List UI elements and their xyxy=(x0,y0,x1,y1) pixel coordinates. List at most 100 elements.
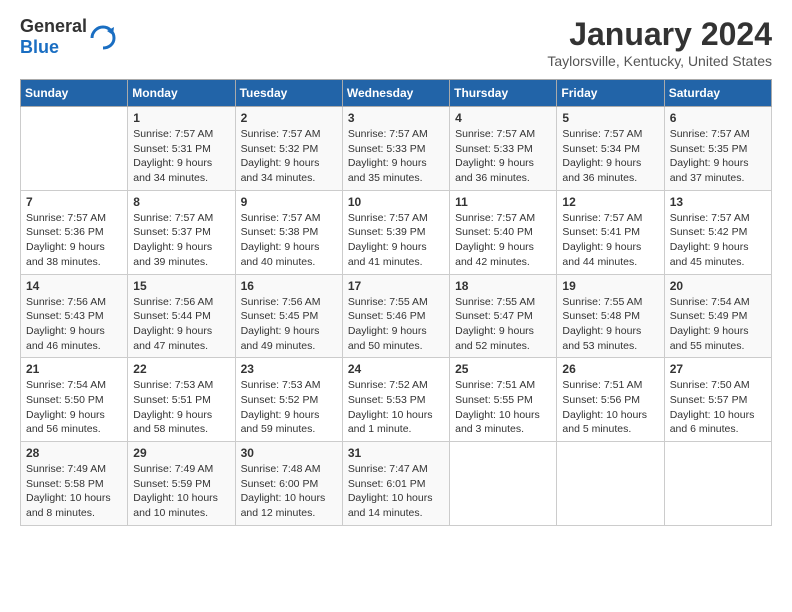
day-number: 1 xyxy=(133,111,229,125)
calendar-cell: 27 Sunrise: 7:50 AM Sunset: 5:57 PM Dayli… xyxy=(664,358,771,442)
day-info: Sunrise: 7:55 AM Sunset: 5:47 PM Dayligh… xyxy=(455,295,551,354)
day-number: 30 xyxy=(241,446,337,460)
day-number: 9 xyxy=(241,195,337,209)
day-info: Sunrise: 7:57 AM Sunset: 5:34 PM Dayligh… xyxy=(562,127,658,186)
calendar-cell: 11 Sunrise: 7:57 AM Sunset: 5:40 PM Dayli… xyxy=(450,190,557,274)
day-info: Sunrise: 7:54 AM Sunset: 5:49 PM Dayligh… xyxy=(670,295,766,354)
day-number: 10 xyxy=(348,195,444,209)
logo-icon xyxy=(89,23,117,51)
day-info: Sunrise: 7:57 AM Sunset: 5:33 PM Dayligh… xyxy=(348,127,444,186)
day-number: 11 xyxy=(455,195,551,209)
logo-blue: Blue xyxy=(20,37,59,57)
calendar-cell: 18 Sunrise: 7:55 AM Sunset: 5:47 PM Dayli… xyxy=(450,274,557,358)
calendar-table: SundayMondayTuesdayWednesdayThursdayFrid… xyxy=(20,79,772,526)
calendar-cell: 19Sunrise: 7:55 AM Sunset: 5:48 PM Dayli… xyxy=(557,274,664,358)
calendar-header-row: SundayMondayTuesdayWednesdayThursdayFrid… xyxy=(21,80,772,107)
day-info: Sunrise: 7:54 AM Sunset: 5:50 PM Dayligh… xyxy=(26,378,122,437)
sub-title: Taylorsville, Kentucky, United States xyxy=(547,53,772,69)
calendar-week-row: 21 Sunrise: 7:54 AM Sunset: 5:50 PM Dayli… xyxy=(21,358,772,442)
day-number: 26 xyxy=(562,362,658,376)
calendar-cell: 4Sunrise: 7:57 AM Sunset: 5:33 PM Daylig… xyxy=(450,107,557,191)
day-number: 28 xyxy=(26,446,122,460)
day-number: 20 xyxy=(670,279,766,293)
day-info: Sunrise: 7:57 AM Sunset: 5:37 PM Dayligh… xyxy=(133,211,229,270)
calendar-week-row: 28 Sunrise: 7:49 AM Sunset: 5:58 PM Dayli… xyxy=(21,442,772,526)
calendar-cell: 25 Sunrise: 7:51 AM Sunset: 5:55 PM Dayli… xyxy=(450,358,557,442)
page-header: General Blue January 2024 Taylorsville, … xyxy=(20,16,772,69)
day-info: Sunrise: 7:47 AM Sunset: 6:01 PM Dayligh… xyxy=(348,462,444,521)
day-info: Sunrise: 7:51 AM Sunset: 5:55 PM Dayligh… xyxy=(455,378,551,437)
calendar-cell: 7Sunrise: 7:57 AM Sunset: 5:36 PM Daylig… xyxy=(21,190,128,274)
day-info: Sunrise: 7:57 AM Sunset: 5:41 PM Dayligh… xyxy=(562,211,658,270)
calendar-cell: 22 Sunrise: 7:53 AM Sunset: 5:51 PM Dayli… xyxy=(128,358,235,442)
calendar-cell: 2Sunrise: 7:57 AM Sunset: 5:32 PM Daylig… xyxy=(235,107,342,191)
day-info: Sunrise: 7:56 AM Sunset: 5:44 PM Dayligh… xyxy=(133,295,229,354)
day-number: 12 xyxy=(562,195,658,209)
day-number: 25 xyxy=(455,362,551,376)
day-info: Sunrise: 7:50 AM Sunset: 5:57 PM Dayligh… xyxy=(670,378,766,437)
day-info: Sunrise: 7:49 AM Sunset: 5:59 PM Dayligh… xyxy=(133,462,229,521)
day-number: 22 xyxy=(133,362,229,376)
weekday-header: Saturday xyxy=(664,80,771,107)
day-info: Sunrise: 7:53 AM Sunset: 5:51 PM Dayligh… xyxy=(133,378,229,437)
weekday-header: Tuesday xyxy=(235,80,342,107)
day-number: 29 xyxy=(133,446,229,460)
day-number: 6 xyxy=(670,111,766,125)
day-info: Sunrise: 7:57 AM Sunset: 5:42 PM Dayligh… xyxy=(670,211,766,270)
calendar-cell: 9 Sunrise: 7:57 AM Sunset: 5:38 PM Daylig… xyxy=(235,190,342,274)
day-number: 21 xyxy=(26,362,122,376)
calendar-cell: 26 Sunrise: 7:51 AM Sunset: 5:56 PM Dayli… xyxy=(557,358,664,442)
calendar-cell: 30 Sunrise: 7:48 AM Sunset: 6:00 PM Dayli… xyxy=(235,442,342,526)
day-info: Sunrise: 7:53 AM Sunset: 5:52 PM Dayligh… xyxy=(241,378,337,437)
weekday-header: Wednesday xyxy=(342,80,449,107)
day-number: 17 xyxy=(348,279,444,293)
calendar-week-row: 7Sunrise: 7:57 AM Sunset: 5:36 PM Daylig… xyxy=(21,190,772,274)
day-number: 18 xyxy=(455,279,551,293)
calendar-cell: 10 Sunrise: 7:57 AM Sunset: 5:39 PM Dayli… xyxy=(342,190,449,274)
calendar-cell: 6 Sunrise: 7:57 AM Sunset: 5:35 PM Daylig… xyxy=(664,107,771,191)
day-number: 27 xyxy=(670,362,766,376)
day-info: Sunrise: 7:57 AM Sunset: 5:36 PM Dayligh… xyxy=(26,211,122,270)
calendar-cell: 14Sunrise: 7:56 AM Sunset: 5:43 PM Dayli… xyxy=(21,274,128,358)
calendar-cell: 1 Sunrise: 7:57 AM Sunset: 5:31 PM Daylig… xyxy=(128,107,235,191)
calendar-cell: 16 Sunrise: 7:56 AM Sunset: 5:45 PM Dayli… xyxy=(235,274,342,358)
day-number: 19 xyxy=(562,279,658,293)
calendar-cell: 3 Sunrise: 7:57 AM Sunset: 5:33 PM Daylig… xyxy=(342,107,449,191)
day-info: Sunrise: 7:51 AM Sunset: 5:56 PM Dayligh… xyxy=(562,378,658,437)
day-info: Sunrise: 7:57 AM Sunset: 5:35 PM Dayligh… xyxy=(670,127,766,186)
weekday-header: Thursday xyxy=(450,80,557,107)
logo-general: General xyxy=(20,16,87,36)
calendar-week-row: 1 Sunrise: 7:57 AM Sunset: 5:31 PM Daylig… xyxy=(21,107,772,191)
day-info: Sunrise: 7:57 AM Sunset: 5:32 PM Dayligh… xyxy=(241,127,337,186)
day-info: Sunrise: 7:48 AM Sunset: 6:00 PM Dayligh… xyxy=(241,462,337,521)
day-info: Sunrise: 7:52 AM Sunset: 5:53 PM Dayligh… xyxy=(348,378,444,437)
main-title: January 2024 xyxy=(547,16,772,53)
day-number: 14 xyxy=(26,279,122,293)
calendar-cell: 15Sunrise: 7:56 AM Sunset: 5:44 PM Dayli… xyxy=(128,274,235,358)
day-number: 23 xyxy=(241,362,337,376)
calendar-cell: 23 Sunrise: 7:53 AM Sunset: 5:52 PM Dayli… xyxy=(235,358,342,442)
day-number: 5 xyxy=(562,111,658,125)
calendar-cell: 24Sunrise: 7:52 AM Sunset: 5:53 PM Dayli… xyxy=(342,358,449,442)
day-info: Sunrise: 7:55 AM Sunset: 5:46 PM Dayligh… xyxy=(348,295,444,354)
calendar-cell: 8 Sunrise: 7:57 AM Sunset: 5:37 PM Daylig… xyxy=(128,190,235,274)
day-number: 3 xyxy=(348,111,444,125)
calendar-cell: 21 Sunrise: 7:54 AM Sunset: 5:50 PM Dayli… xyxy=(21,358,128,442)
day-info: Sunrise: 7:57 AM Sunset: 5:38 PM Dayligh… xyxy=(241,211,337,270)
day-number: 13 xyxy=(670,195,766,209)
calendar-cell: 5 Sunrise: 7:57 AM Sunset: 5:34 PM Daylig… xyxy=(557,107,664,191)
day-info: Sunrise: 7:49 AM Sunset: 5:58 PM Dayligh… xyxy=(26,462,122,521)
calendar-cell: 13 Sunrise: 7:57 AM Sunset: 5:42 PM Dayli… xyxy=(664,190,771,274)
day-info: Sunrise: 7:57 AM Sunset: 5:40 PM Dayligh… xyxy=(455,211,551,270)
logo: General Blue xyxy=(20,16,117,58)
weekday-header: Monday xyxy=(128,80,235,107)
calendar-cell xyxy=(664,442,771,526)
day-info: Sunrise: 7:57 AM Sunset: 5:39 PM Dayligh… xyxy=(348,211,444,270)
day-number: 16 xyxy=(241,279,337,293)
day-number: 8 xyxy=(133,195,229,209)
calendar-cell: 12 Sunrise: 7:57 AM Sunset: 5:41 PM Dayli… xyxy=(557,190,664,274)
day-info: Sunrise: 7:57 AM Sunset: 5:31 PM Dayligh… xyxy=(133,127,229,186)
weekday-header: Friday xyxy=(557,80,664,107)
day-info: Sunrise: 7:56 AM Sunset: 5:45 PM Dayligh… xyxy=(241,295,337,354)
calendar-cell xyxy=(21,107,128,191)
